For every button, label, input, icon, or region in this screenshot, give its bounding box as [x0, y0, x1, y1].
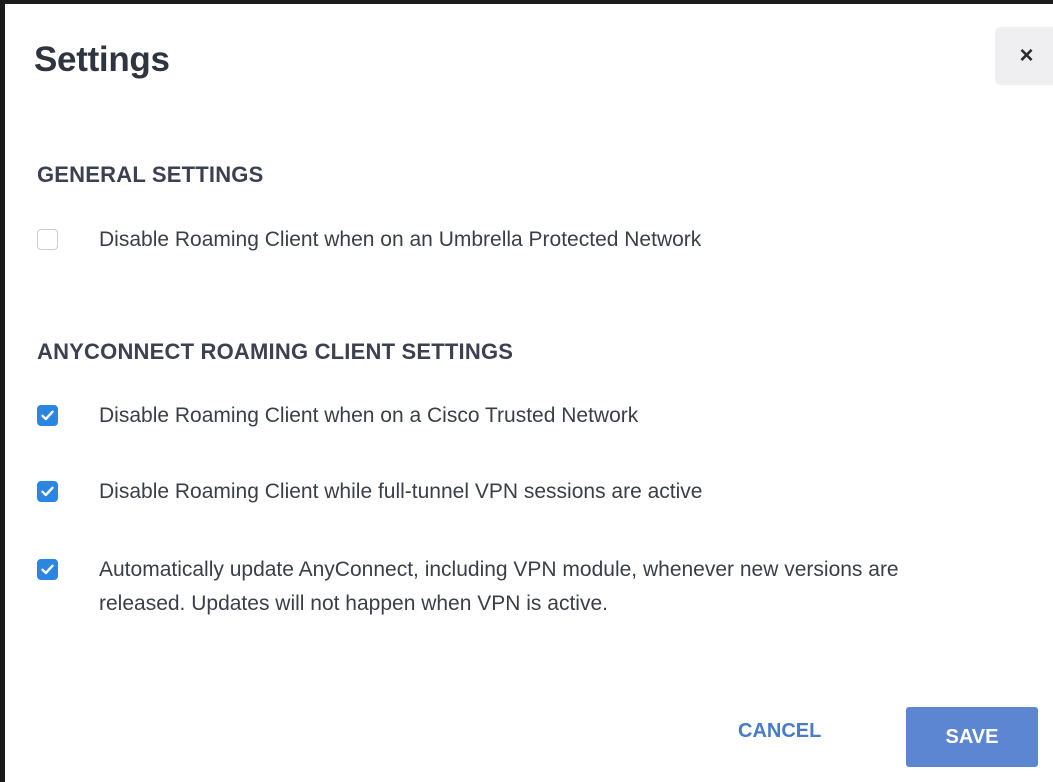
- option-label: Disable Roaming Client while full-tunnel…: [99, 480, 703, 503]
- option-label: Automatically update AnyConnect, includi…: [99, 558, 899, 615]
- checkmark-icon: [41, 410, 54, 421]
- option-full-tunnel-vpn[interactable]: Disable Roaming Client while full-tunnel…: [37, 478, 979, 509]
- close-button[interactable]: ×: [995, 27, 1053, 85]
- option-auto-update-anyconnect[interactable]: Automatically update AnyConnect, includi…: [37, 556, 979, 621]
- save-button[interactable]: SAVE: [906, 707, 1038, 767]
- anyconnect-settings-heading: ANYCONNECT ROAMING CLIENT SETTINGS: [37, 339, 514, 364]
- checkbox-cisco-trusted-network[interactable]: [37, 405, 58, 426]
- settings-dialog: Settings × GENERAL SETTINGS Disable Roam…: [0, 0, 1053, 782]
- option-umbrella-protected-network[interactable]: Disable Roaming Client when on an Umbrel…: [37, 226, 979, 257]
- checkbox-umbrella-protected-network[interactable]: [37, 229, 58, 250]
- option-label: Disable Roaming Client when on a Cisco T…: [99, 404, 639, 427]
- dialog-title: Settings: [34, 40, 170, 79]
- cancel-button[interactable]: CANCEL: [738, 720, 821, 743]
- checkmark-icon: [41, 486, 54, 497]
- option-label: Disable Roaming Client when on an Umbrel…: [99, 228, 702, 251]
- general-settings-heading: GENERAL SETTINGS: [37, 162, 264, 187]
- checkbox-auto-update-anyconnect[interactable]: [37, 559, 58, 580]
- close-icon: ×: [1019, 42, 1034, 69]
- option-cisco-trusted-network[interactable]: Disable Roaming Client when on a Cisco T…: [37, 402, 979, 433]
- checkbox-full-tunnel-vpn[interactable]: [37, 481, 58, 502]
- checkmark-icon: [41, 564, 54, 575]
